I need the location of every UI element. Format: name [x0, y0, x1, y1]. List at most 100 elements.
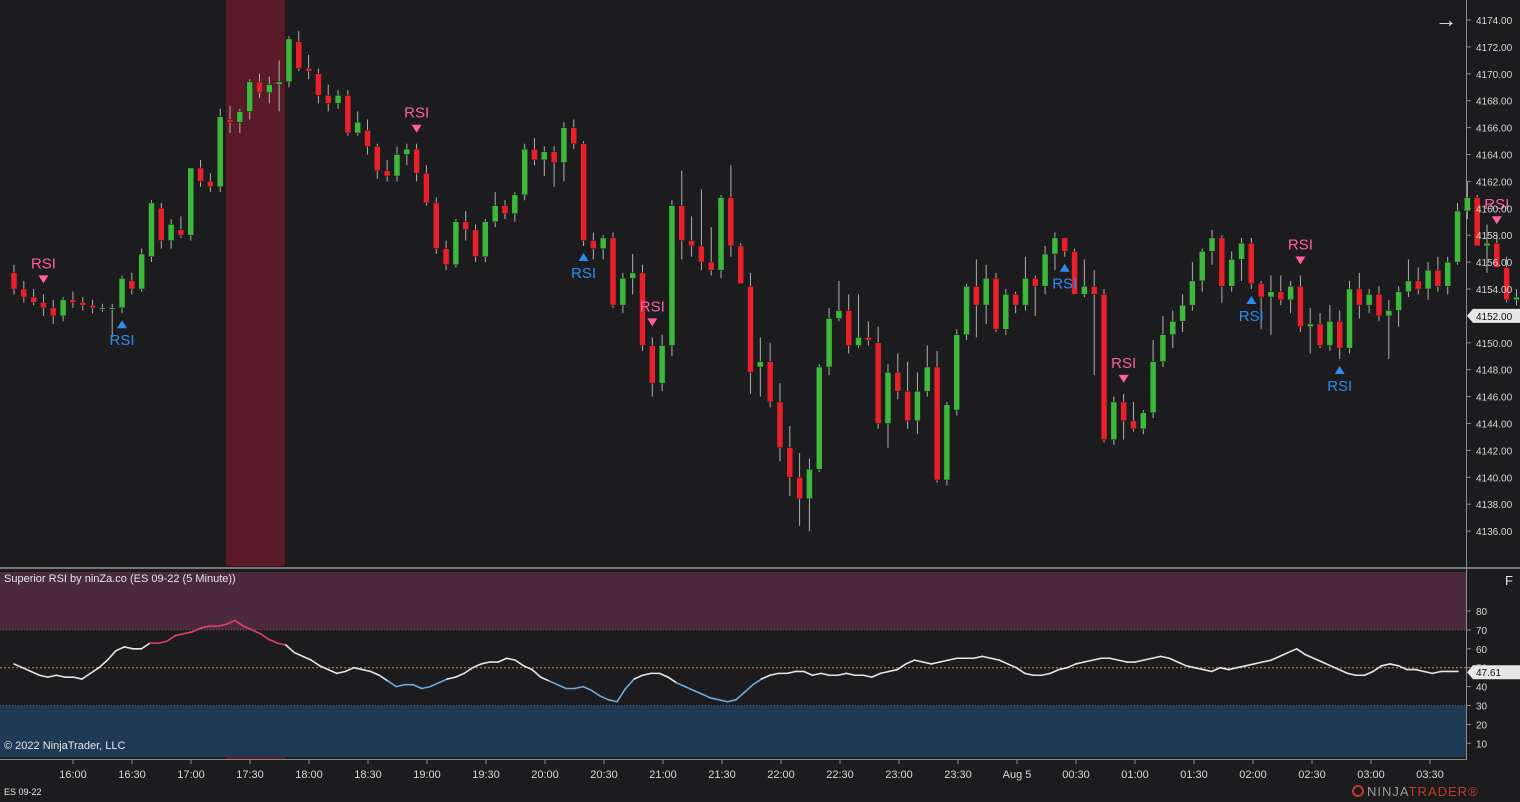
- rsi-segment: [1304, 653, 1315, 660]
- candle: [1051, 232, 1059, 271]
- oversold-zone: [0, 705, 1466, 757]
- buy-signal-arrow: [1246, 296, 1257, 304]
- candle-body: [963, 286, 970, 335]
- rsi-segment: [624, 678, 635, 690]
- rsi-segment: [1431, 670, 1442, 675]
- candle: [757, 337, 764, 397]
- time-tick-label: 00:30: [1062, 769, 1090, 781]
- candle: [619, 272, 627, 314]
- candle: [118, 275, 126, 314]
- candle-body: [1385, 310, 1393, 317]
- candle: [99, 303, 106, 312]
- price-tick-label: 4138.00: [1476, 500, 1513, 511]
- candle: [678, 170, 686, 260]
- rsi-segment: [268, 638, 279, 644]
- candle-body: [69, 299, 77, 303]
- arrow-right-icon[interactable]: →: [1432, 6, 1460, 34]
- buy-signal-label: RSI: [1239, 308, 1264, 325]
- rsi-segment: [922, 661, 933, 665]
- rsi-segment: [1185, 665, 1196, 669]
- candle: [1336, 310, 1343, 359]
- rsi-segment: [667, 676, 678, 684]
- candle: [393, 146, 401, 182]
- rsi-segment: [293, 651, 304, 658]
- rsi-segment: [692, 689, 703, 695]
- candle-body: [1100, 294, 1108, 440]
- candle-body: [531, 148, 538, 161]
- candle-body: [167, 224, 175, 241]
- candle-body: [757, 361, 764, 368]
- candle-body: [1434, 269, 1442, 287]
- rsi-segment: [633, 674, 644, 680]
- candle-body: [776, 401, 784, 448]
- rsi-segment: [947, 657, 958, 661]
- candle: [433, 197, 440, 255]
- price-tick-label: 4164.00: [1476, 151, 1513, 162]
- rsi-segment: [140, 642, 151, 650]
- time-tick-label: 01:30: [1180, 769, 1208, 781]
- rsi-segment: [395, 683, 406, 688]
- candle-body: [747, 286, 754, 373]
- price-tick-label: 4162.00: [1476, 177, 1513, 188]
- candle: [1081, 259, 1088, 298]
- candle-body: [50, 307, 57, 317]
- candle: [560, 122, 568, 182]
- rsi-segment: [497, 657, 508, 663]
- candle: [1316, 313, 1324, 349]
- f-button[interactable]: F: [1500, 572, 1518, 590]
- price-tick-label: 4146.00: [1476, 393, 1513, 404]
- candle: [1159, 315, 1167, 368]
- candle-body: [511, 194, 519, 214]
- rsi-segment: [743, 683, 754, 694]
- rsi-segment: [1074, 661, 1086, 665]
- rsi-segment: [998, 659, 1009, 665]
- candle: [462, 210, 469, 241]
- rsi-segment: [429, 682, 440, 688]
- candle: [1041, 245, 1049, 295]
- time-tick-label: 03:30: [1416, 769, 1444, 781]
- candle-body: [442, 248, 450, 266]
- candle: [354, 111, 361, 136]
- candle-body: [953, 334, 960, 411]
- rsi-tick-label: 40: [1476, 683, 1488, 694]
- candle: [1100, 289, 1108, 443]
- logo-reg: ®: [1468, 784, 1479, 799]
- rsi-segment: [1083, 659, 1094, 663]
- candle-body: [1238, 243, 1245, 260]
- candle: [1365, 289, 1373, 314]
- rsi-segment: [769, 672, 780, 677]
- rsi-segment: [1159, 655, 1170, 660]
- candle-body: [1257, 283, 1265, 298]
- candle-body: [40, 302, 47, 309]
- candle-body: [737, 245, 744, 284]
- candle: [50, 299, 57, 324]
- candle: [599, 235, 607, 260]
- candle: [884, 364, 892, 448]
- candle: [167, 219, 175, 249]
- rsi-zones: [0, 572, 1466, 757]
- candle: [1090, 270, 1098, 376]
- candle-body: [295, 41, 303, 69]
- candle: [158, 202, 165, 249]
- instrument-label: ES 09-22: [4, 787, 42, 797]
- candle-body: [1022, 277, 1029, 306]
- candle-body: [413, 148, 420, 174]
- candle-body: [835, 310, 843, 319]
- candle: [491, 192, 499, 228]
- candle: [609, 232, 617, 308]
- time-tick-label: 22:30: [826, 769, 854, 781]
- rsi-segment: [607, 699, 618, 703]
- rsi-segment: [675, 682, 686, 688]
- time-tick-label: 19:30: [472, 769, 500, 781]
- candle-body: [1395, 291, 1402, 311]
- candle-body: [324, 95, 332, 104]
- candle-body: [266, 84, 273, 93]
- candle-body: [658, 345, 666, 384]
- candle: [305, 54, 312, 80]
- price-tick-label: 4140.00: [1476, 473, 1513, 484]
- candle-body: [79, 302, 86, 306]
- candle-body: [1356, 288, 1363, 306]
- candle: [1130, 401, 1137, 432]
- candle: [1022, 256, 1029, 311]
- candle-body: [226, 119, 234, 123]
